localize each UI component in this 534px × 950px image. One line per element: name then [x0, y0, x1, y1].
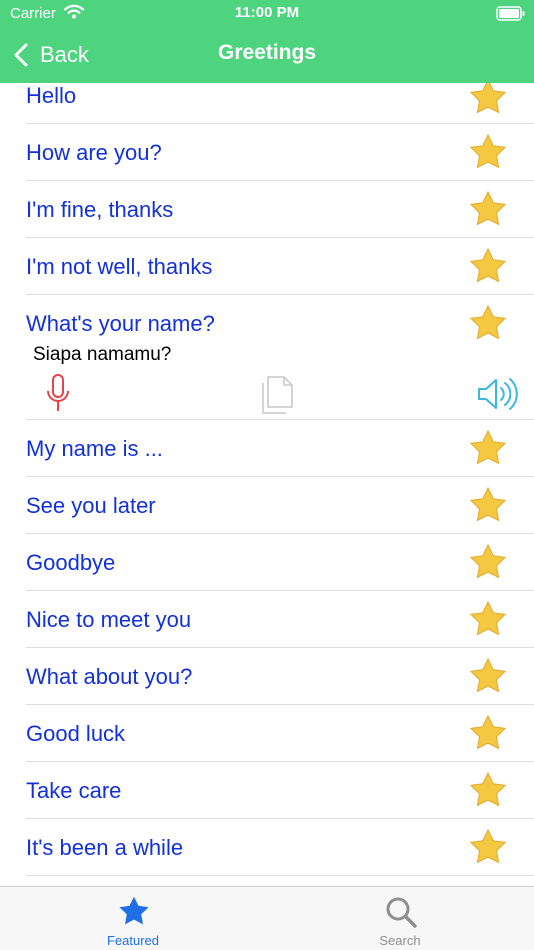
- star-icon[interactable]: [468, 486, 508, 526]
- star-icon[interactable]: [468, 190, 508, 230]
- star-icon[interactable]: [468, 304, 508, 344]
- phrase-label: I'm not well, thanks: [26, 254, 213, 279]
- phrase-list: Hello How are you? I'm fine, thanks I'm …: [0, 83, 534, 886]
- tab-featured[interactable]: Featured: [73, 887, 193, 950]
- status-bar: Carrier 11:00 PM: [0, 0, 534, 28]
- star-icon[interactable]: [468, 83, 508, 118]
- nav-bar: Back Greetings: [0, 28, 534, 83]
- copy-icon[interactable]: [260, 373, 296, 415]
- phrase-label: What about you?: [26, 664, 193, 689]
- star-icon[interactable]: [468, 714, 508, 754]
- list-item[interactable]: I'm fine, thanks: [0, 181, 534, 238]
- microphone-icon[interactable]: [45, 373, 71, 415]
- list-item[interactable]: It's been a while: [0, 819, 534, 876]
- star-icon[interactable]: [468, 828, 508, 868]
- tab-label: Featured: [106, 933, 160, 948]
- star-icon: [119, 896, 149, 925]
- translation-text: Siapa namamu?: [33, 344, 172, 365]
- header: Carrier 11:00 PM Back Greetings: [0, 0, 534, 83]
- list-item[interactable]: Good luck: [0, 705, 534, 762]
- divider: [26, 875, 534, 876]
- tab-bar: Featured Search: [0, 886, 534, 950]
- list-item[interactable]: What about you?: [0, 648, 534, 705]
- battery-icon: [496, 6, 525, 21]
- phrase-label: I'm fine, thanks: [26, 197, 174, 222]
- phrase-label: It's been a while: [26, 835, 184, 860]
- list-item[interactable]: See you later: [0, 477, 534, 534]
- speaker-icon[interactable]: [476, 377, 520, 411]
- list-item[interactable]: Hello: [0, 83, 534, 124]
- status-time: 11:00 PM: [234, 4, 300, 21]
- phrase-label: How are you?: [26, 140, 162, 165]
- star-icon[interactable]: [468, 771, 508, 811]
- star-icon[interactable]: [468, 247, 508, 287]
- phrase-label: Hello: [26, 83, 77, 108]
- tab-label: Search: [379, 933, 421, 948]
- phrase-label: Good luck: [26, 721, 126, 746]
- list-item[interactable]: Goodbye: [0, 534, 534, 591]
- list-item[interactable]: My name is ...: [0, 420, 534, 477]
- phrase-label: Goodbye: [26, 550, 116, 575]
- tab-search[interactable]: Search: [340, 887, 460, 950]
- star-icon[interactable]: [468, 657, 508, 697]
- page-title: Greetings: [217, 41, 317, 64]
- search-icon: [386, 897, 417, 928]
- star-icon[interactable]: [468, 600, 508, 640]
- star-icon[interactable]: [468, 543, 508, 583]
- phrase-label: See you later: [26, 493, 156, 518]
- phrase-label: My name is ...: [26, 436, 163, 461]
- star-icon[interactable]: [468, 133, 508, 173]
- phrase-label: What's your name?: [26, 311, 215, 336]
- phrase-label: Take care: [26, 778, 122, 803]
- list-item[interactable]: How are you?: [0, 124, 534, 181]
- star-icon[interactable]: [468, 429, 508, 469]
- phrase-label: Nice to meet you: [26, 607, 192, 632]
- list-item[interactable]: Take care: [0, 762, 534, 819]
- list-item[interactable]: I'm not well, thanks: [0, 238, 534, 295]
- list-item[interactable]: Nice to meet you: [0, 591, 534, 648]
